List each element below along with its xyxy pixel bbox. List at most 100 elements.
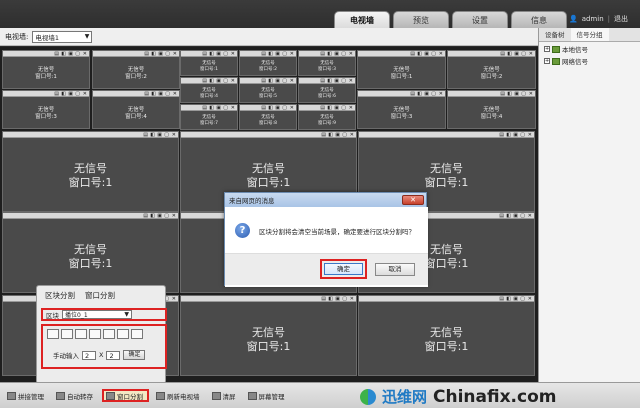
window-control-icon[interactable]: ✕: [349, 78, 353, 84]
window-control-icon[interactable]: ▤: [499, 296, 504, 302]
window-control-icon[interactable]: ✕: [83, 51, 87, 57]
window-control-icon[interactable]: ▤: [320, 105, 325, 111]
window-control-icon[interactable]: ▣: [424, 51, 429, 57]
expand-icon[interactable]: +: [544, 58, 550, 64]
window-control-icon[interactable]: ▤: [321, 132, 326, 138]
window-control-icon[interactable]: ▢: [521, 51, 526, 57]
window-control-icon[interactable]: ◧: [150, 213, 155, 219]
wall-window[interactable]: ✕▢▣◧▤无信号窗口号:1: [180, 295, 357, 376]
window-control-icon[interactable]: ◧: [268, 78, 273, 84]
tree-item-network-signal[interactable]: + 网络信号: [539, 54, 640, 66]
window-control-icon[interactable]: ✕: [83, 91, 87, 97]
window-control-icon[interactable]: ◧: [327, 78, 332, 84]
window-control-icon[interactable]: ◧: [328, 296, 333, 302]
window-control-icon[interactable]: ▣: [513, 213, 518, 219]
window-control-icon[interactable]: ▤: [202, 78, 207, 84]
wall-window[interactable]: ✕ ▢ ▣ ◧ ▤ 无信号 窗口号:3: [357, 90, 446, 129]
window-control-icon[interactable]: ✕: [173, 91, 177, 97]
cancel-button[interactable]: 取消: [375, 263, 415, 276]
window-control-icon[interactable]: ▣: [334, 78, 339, 84]
wall-window[interactable]: ✕ ▢ ▣ ◧ ▤ 无信号 窗口号:2: [92, 50, 180, 89]
layout-grid-icon[interactable]: [117, 329, 129, 339]
window-control-icon[interactable]: ✕: [290, 78, 294, 84]
wall-window[interactable]: ✕▢▣◧▤无信号窗口号:1: [2, 50, 90, 89]
window-control-icon[interactable]: ▢: [164, 132, 169, 138]
layout-grid-icon[interactable]: [47, 329, 59, 339]
window-control-icon[interactable]: ▤: [144, 51, 149, 57]
auto-save-button[interactable]: 自动转存: [53, 389, 98, 402]
window-control-icon[interactable]: ▢: [75, 51, 80, 57]
window-control-icon[interactable]: ▤: [410, 51, 415, 57]
tab-preview[interactable]: 预览: [393, 11, 449, 28]
confirm-split-button[interactable]: 确定: [123, 350, 146, 360]
window-control-icon[interactable]: ▢: [282, 51, 287, 57]
tab-info[interactable]: 信息: [511, 11, 567, 28]
window-control-icon[interactable]: ▤: [320, 51, 325, 57]
window-control-icon[interactable]: ▢: [282, 105, 287, 111]
wall-window[interactable]: ✕ ▢ ▣ ◧ ▤ 无信号 窗口号:4: [447, 90, 536, 129]
window-control-icon[interactable]: ▣: [513, 296, 518, 302]
window-control-icon[interactable]: ▤: [261, 105, 266, 111]
window-control-icon[interactable]: ✕: [173, 51, 177, 57]
window-control-icon[interactable]: ✕: [231, 51, 235, 57]
window-control-icon[interactable]: ▣: [157, 132, 162, 138]
window-control-icon[interactable]: ▣: [68, 51, 73, 57]
window-control-icon[interactable]: ▣: [68, 91, 73, 97]
window-control-icon[interactable]: ▣: [275, 78, 280, 84]
window-control-icon[interactable]: ▤: [202, 51, 207, 57]
window-control-icon[interactable]: ◧: [506, 213, 511, 219]
window-control-icon[interactable]: ▣: [514, 51, 519, 57]
window-control-icon[interactable]: ▤: [500, 51, 505, 57]
window-control-icon[interactable]: ✕: [172, 213, 176, 219]
window-control-icon[interactable]: ✕: [290, 105, 294, 111]
tab-window-split[interactable]: 窗口分割: [85, 290, 115, 301]
window-control-icon[interactable]: ▢: [282, 78, 287, 84]
window-control-icon[interactable]: ▢: [341, 105, 346, 111]
window-control-icon[interactable]: ▣: [158, 91, 163, 97]
window-control-icon[interactable]: ✕: [528, 132, 532, 138]
window-control-icon[interactable]: ▢: [520, 132, 525, 138]
layout-grid-icon[interactable]: [61, 329, 73, 339]
window-control-icon[interactable]: ▣: [514, 91, 519, 97]
window-control-icon[interactable]: ✕: [439, 91, 443, 97]
wall-window[interactable]: ✕ ▢ ▣ ◧ ▤ 无信号 窗口号:2: [447, 50, 536, 89]
window-control-icon[interactable]: ▣: [216, 78, 221, 84]
refresh-wall-button[interactable]: 刷新电视墙: [153, 389, 205, 402]
tab-settings[interactable]: 设置: [452, 11, 508, 28]
window-control-icon[interactable]: ▤: [54, 91, 59, 97]
window-control-icon[interactable]: ▣: [513, 132, 518, 138]
layout-grid-icon[interactable]: [75, 329, 87, 339]
window-control-icon[interactable]: ◧: [151, 91, 156, 97]
window-control-icon[interactable]: ◧: [268, 51, 273, 57]
window-control-icon[interactable]: ▢: [431, 51, 436, 57]
window-control-icon[interactable]: ▤: [321, 296, 326, 302]
wall-window[interactable]: ✕ ▢ ▣ ◧ ▤ 无信号 窗口号:3: [2, 90, 90, 129]
window-control-icon[interactable]: ▣: [334, 51, 339, 57]
window-control-icon[interactable]: ▤: [144, 91, 149, 97]
window-control-icon[interactable]: ◧: [327, 51, 332, 57]
wall-window[interactable]: ✕ ▢ ▣ ◧ ▤ 无信号 窗口号:7: [180, 104, 238, 130]
wall-window[interactable]: ✕▢▣◧▤无信号窗口号:1: [180, 50, 238, 76]
layout-grid-icon[interactable]: [103, 329, 115, 339]
window-control-icon[interactable]: ▤: [143, 213, 148, 219]
window-control-icon[interactable]: ◧: [328, 132, 333, 138]
window-control-icon[interactable]: ▢: [164, 213, 169, 219]
screen-manage-button[interactable]: 屏幕管理: [245, 389, 290, 402]
window-control-icon[interactable]: ✕: [528, 296, 532, 302]
ok-button[interactable]: 确定: [324, 263, 363, 275]
wall-window[interactable]: ✕▢▣◧▤无信号窗口号:1: [358, 295, 535, 376]
wall-window[interactable]: ✕ ▢ ▣ ◧ ▤ 无信号 窗口号:4: [92, 90, 180, 129]
window-control-icon[interactable]: ▢: [520, 213, 525, 219]
splice-manage-button[interactable]: 拼接管理: [4, 389, 49, 402]
wall-window[interactable]: ✕ ▢ ▣ ◧ ▤ 无信号 窗口号:3: [298, 50, 356, 76]
window-control-icon[interactable]: ◧: [150, 132, 155, 138]
window-control-icon[interactable]: ✕: [349, 105, 353, 111]
window-control-icon[interactable]: ▤: [143, 132, 148, 138]
window-control-icon[interactable]: ▢: [223, 105, 228, 111]
tab-block-split[interactable]: 区块分割: [45, 290, 75, 301]
window-control-icon[interactable]: ◧: [268, 105, 273, 111]
window-control-icon[interactable]: ▣: [216, 105, 221, 111]
wall-select[interactable]: 电视墙1 ▼: [32, 30, 93, 43]
tab-device-tree[interactable]: 设备树: [539, 28, 571, 41]
window-control-icon[interactable]: ◧: [417, 51, 422, 57]
